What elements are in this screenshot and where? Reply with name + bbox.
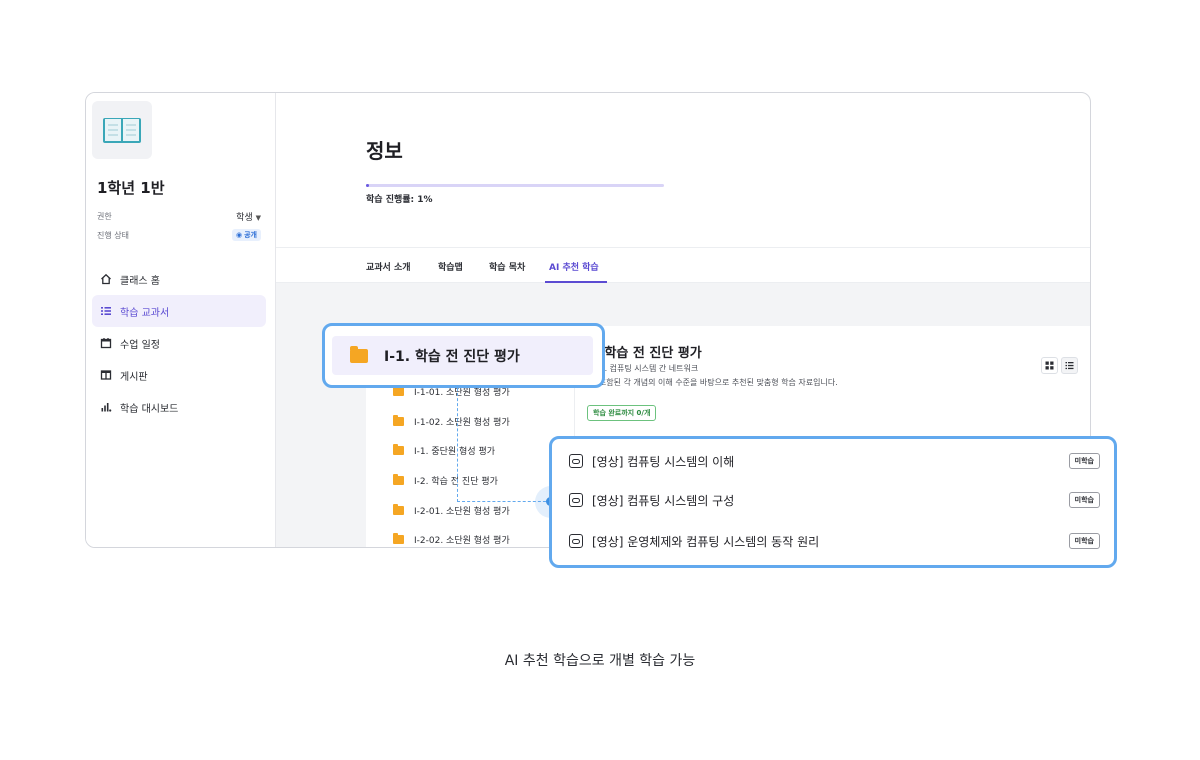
completion-badge: 학습 완료까지 0/개 (587, 405, 657, 421)
calendar-icon (100, 338, 112, 349)
sidebar-item-label: 게시판 (120, 371, 148, 383)
sidebar-item-label: 학습 대시보드 (120, 403, 179, 415)
lesson-item[interactable]: [영상] 컴퓨팅 시스템의 이해 미학습 (569, 451, 1100, 471)
sidebar-item-board[interactable]: 게시판 (92, 359, 266, 391)
video-icon (569, 454, 583, 468)
folder-icon (393, 533, 404, 544)
video-icon (569, 534, 583, 548)
progress-label: 학습 진행률: 1% (366, 195, 433, 205)
home-icon (101, 273, 111, 285)
view-toggle (1041, 357, 1078, 374)
status-label: 진행 상태 (97, 230, 129, 240)
bar-chart-icon (101, 403, 112, 412)
list-item[interactable]: I-2. 학습 전 진단 평가 (393, 474, 498, 487)
status-badge: 미학습 (1068, 533, 1100, 549)
sidebar-item-label: 수업 일정 (120, 339, 160, 351)
selected-folder-item[interactable]: I-1. 학습 전 진단 평가 (332, 336, 593, 375)
list-icon (1065, 362, 1074, 370)
status-badge: ◉ 공개 (232, 229, 261, 241)
tab-table-of-contents[interactable]: 학습 목차 (489, 260, 525, 273)
detail-description: 에 포함된 각 개념의 이해 수준을 바탕으로 추천된 맞춤형 학습 자료입니다… (589, 378, 838, 387)
class-name: 1학년 1반 (97, 179, 165, 197)
status-badge: 미학습 (1068, 453, 1100, 469)
callout-connector (457, 388, 458, 502)
caption: AI 추천 학습으로 개별 학습 가능 (504, 653, 696, 669)
list-item[interactable]: I-2-02. 소단원 형성 평가 (393, 533, 510, 546)
lesson-item[interactable]: [영상] 운영체제와 컴퓨팅 시스템의 동작 원리 미학습 (569, 531, 1100, 551)
detail-subtitle: : I-1. 컴퓨팅 시스템 간 네트워크 (589, 364, 699, 373)
list-item[interactable]: I-2-01. 소단원 형성 평가 (393, 504, 510, 517)
selected-folder-label: I-1. 학습 전 진단 평가 (384, 348, 520, 365)
list-view-button[interactable] (1061, 357, 1078, 374)
role-select[interactable]: 학생 ▼ (236, 210, 261, 223)
sidebar-item-textbook[interactable]: 학습 교과서 (92, 295, 266, 327)
list-item[interactable]: I-1-02. 소단원 형성 평가 (393, 415, 510, 428)
video-icon (569, 493, 583, 507)
page-title: 정보 (366, 139, 403, 163)
folder-icon (393, 474, 404, 485)
lesson-list-callout: [영상] 컴퓨팅 시스템의 이해 미학습 [영상] 컴퓨팅 시스템의 구성 미학… (549, 436, 1117, 568)
folder-callout: I-1. 학습 전 진단 평가 (322, 323, 605, 388)
sidebar-item-label: 클래스 홈 (120, 275, 160, 287)
tab-textbook-intro[interactable]: 교과서 소개 (366, 260, 411, 273)
eye-icon: ◉ (236, 231, 243, 239)
tab-ai-recommended[interactable]: AI 추천 학습 (549, 260, 599, 273)
folder-icon (393, 504, 404, 515)
grid-icon (1045, 361, 1054, 370)
sidebar-nav: 클래스 홈 학습 교과서 수업 일정 게시판 학습 대시보드 (92, 263, 266, 423)
lesson-title: [영상] 컴퓨팅 시스템의 이해 (592, 454, 735, 469)
grid-view-button[interactable] (1041, 357, 1058, 374)
folder-icon (350, 345, 368, 363)
sidebar-item-schedule[interactable]: 수업 일정 (92, 327, 266, 359)
textbook-thumbnail[interactable] (92, 101, 152, 159)
folder-icon (393, 385, 404, 396)
sidebar-item-dashboard[interactable]: 학습 대시보드 (92, 391, 266, 423)
progress-bar (366, 184, 664, 187)
detail-title: . 학습 전 진단 평가 (595, 346, 702, 361)
folder-icon (393, 444, 404, 455)
lesson-title: [영상] 컴퓨팅 시스템의 구성 (592, 493, 735, 508)
sidebar: 1학년 1반 권한 학생 ▼ 진행 상태 ◉ 공개 클래스 홈 학습 교과서 수… (86, 93, 276, 547)
sidebar-item-label: 학습 교과서 (120, 307, 170, 319)
lesson-item[interactable]: [영상] 컴퓨팅 시스템의 구성 미학습 (569, 490, 1100, 510)
status-row: 진행 상태 ◉ 공개 (97, 229, 261, 241)
status-badge: 미학습 (1068, 492, 1100, 508)
progress-fill (366, 184, 369, 187)
tab-bar: 교과서 소개 학습맵 학습 목차 AI 추천 학습 (276, 247, 1090, 283)
tab-learning-map[interactable]: 학습맵 (438, 260, 463, 273)
chevron-down-icon: ▼ (255, 214, 261, 222)
role-label: 권한 (97, 212, 112, 221)
book-icon (103, 118, 141, 143)
board-icon (100, 370, 112, 380)
list-item[interactable]: I-1. 중단원 형성 평가 (393, 444, 495, 457)
lesson-title: [영상] 운영체제와 컴퓨팅 시스템의 동작 원리 (592, 534, 820, 549)
list-icon (101, 307, 111, 315)
role-row: 권한 학생 ▼ (97, 210, 261, 223)
folder-icon (393, 415, 404, 426)
sidebar-item-class-home[interactable]: 클래스 홈 (92, 263, 266, 295)
